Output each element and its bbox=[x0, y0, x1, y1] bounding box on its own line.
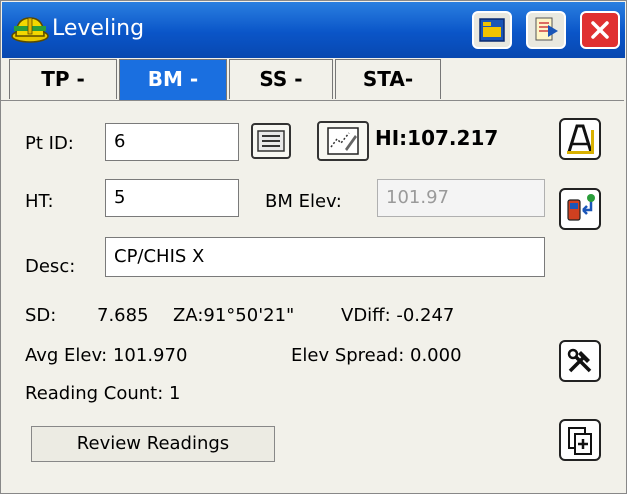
desc-label: Desc: bbox=[25, 256, 76, 277]
sd-label: SD: bbox=[25, 305, 57, 326]
notes-arrow-button[interactable] bbox=[526, 11, 566, 49]
device-connect-icon bbox=[567, 194, 595, 221]
desc-field[interactable]: CP/CHIS X bbox=[105, 237, 545, 277]
hardhat-icon bbox=[11, 17, 49, 43]
pt-id-label: Pt ID: bbox=[25, 133, 74, 154]
bm-elev-label: BM Elev: bbox=[265, 191, 342, 212]
title-bar: Leveling bbox=[2, 2, 625, 58]
map-folder-icon bbox=[479, 18, 505, 42]
bm-elev-field: 101.97 bbox=[377, 179, 545, 217]
reading-count-value: Reading Count: 1 bbox=[25, 383, 181, 404]
copy-add-icon bbox=[568, 427, 592, 455]
list-icon bbox=[257, 130, 285, 152]
avg-elev-value: Avg Elev: 101.970 bbox=[25, 345, 188, 366]
pt-id-field[interactable]: 6 bbox=[105, 123, 239, 161]
vdiff-value: VDiff: -0.247 bbox=[341, 305, 455, 326]
tab-tp[interactable]: TP - bbox=[9, 59, 117, 99]
list-button[interactable] bbox=[251, 123, 291, 159]
tab-bm[interactable]: BM - bbox=[119, 59, 227, 101]
ht-field[interactable]: 5 bbox=[105, 179, 239, 217]
elev-spread-value: Elev Spread: 0.000 bbox=[291, 345, 462, 366]
device-connect-button[interactable] bbox=[559, 188, 601, 230]
close-button[interactable] bbox=[580, 11, 620, 49]
level-instrument-button[interactable] bbox=[559, 118, 601, 160]
map-edit-button[interactable] bbox=[317, 121, 369, 161]
tools-icon bbox=[567, 348, 592, 373]
map-folder-button[interactable] bbox=[472, 11, 512, 49]
window-title: Leveling bbox=[52, 16, 145, 41]
level-instrument-icon bbox=[567, 124, 594, 154]
tab-ss[interactable]: SS - bbox=[229, 59, 333, 99]
leveling-window: Leveling TP - BM - SS - STA- Pt ID: 6 HI… bbox=[0, 0, 627, 494]
notes-arrow-icon bbox=[535, 17, 558, 41]
ht-label: HT: bbox=[25, 191, 54, 212]
review-readings-button[interactable]: Review Readings bbox=[31, 426, 275, 462]
hi-value: HI:107.217 bbox=[375, 126, 499, 150]
map-edit-icon bbox=[327, 127, 359, 155]
za-value: ZA:91°50'21" bbox=[173, 305, 295, 326]
tab-sta[interactable]: STA- bbox=[335, 59, 441, 99]
tools-button[interactable] bbox=[559, 340, 601, 382]
copy-add-button[interactable] bbox=[559, 419, 601, 461]
tab-divider bbox=[1, 100, 624, 101]
close-icon bbox=[591, 21, 609, 39]
sd-value: 7.685 bbox=[97, 305, 149, 326]
